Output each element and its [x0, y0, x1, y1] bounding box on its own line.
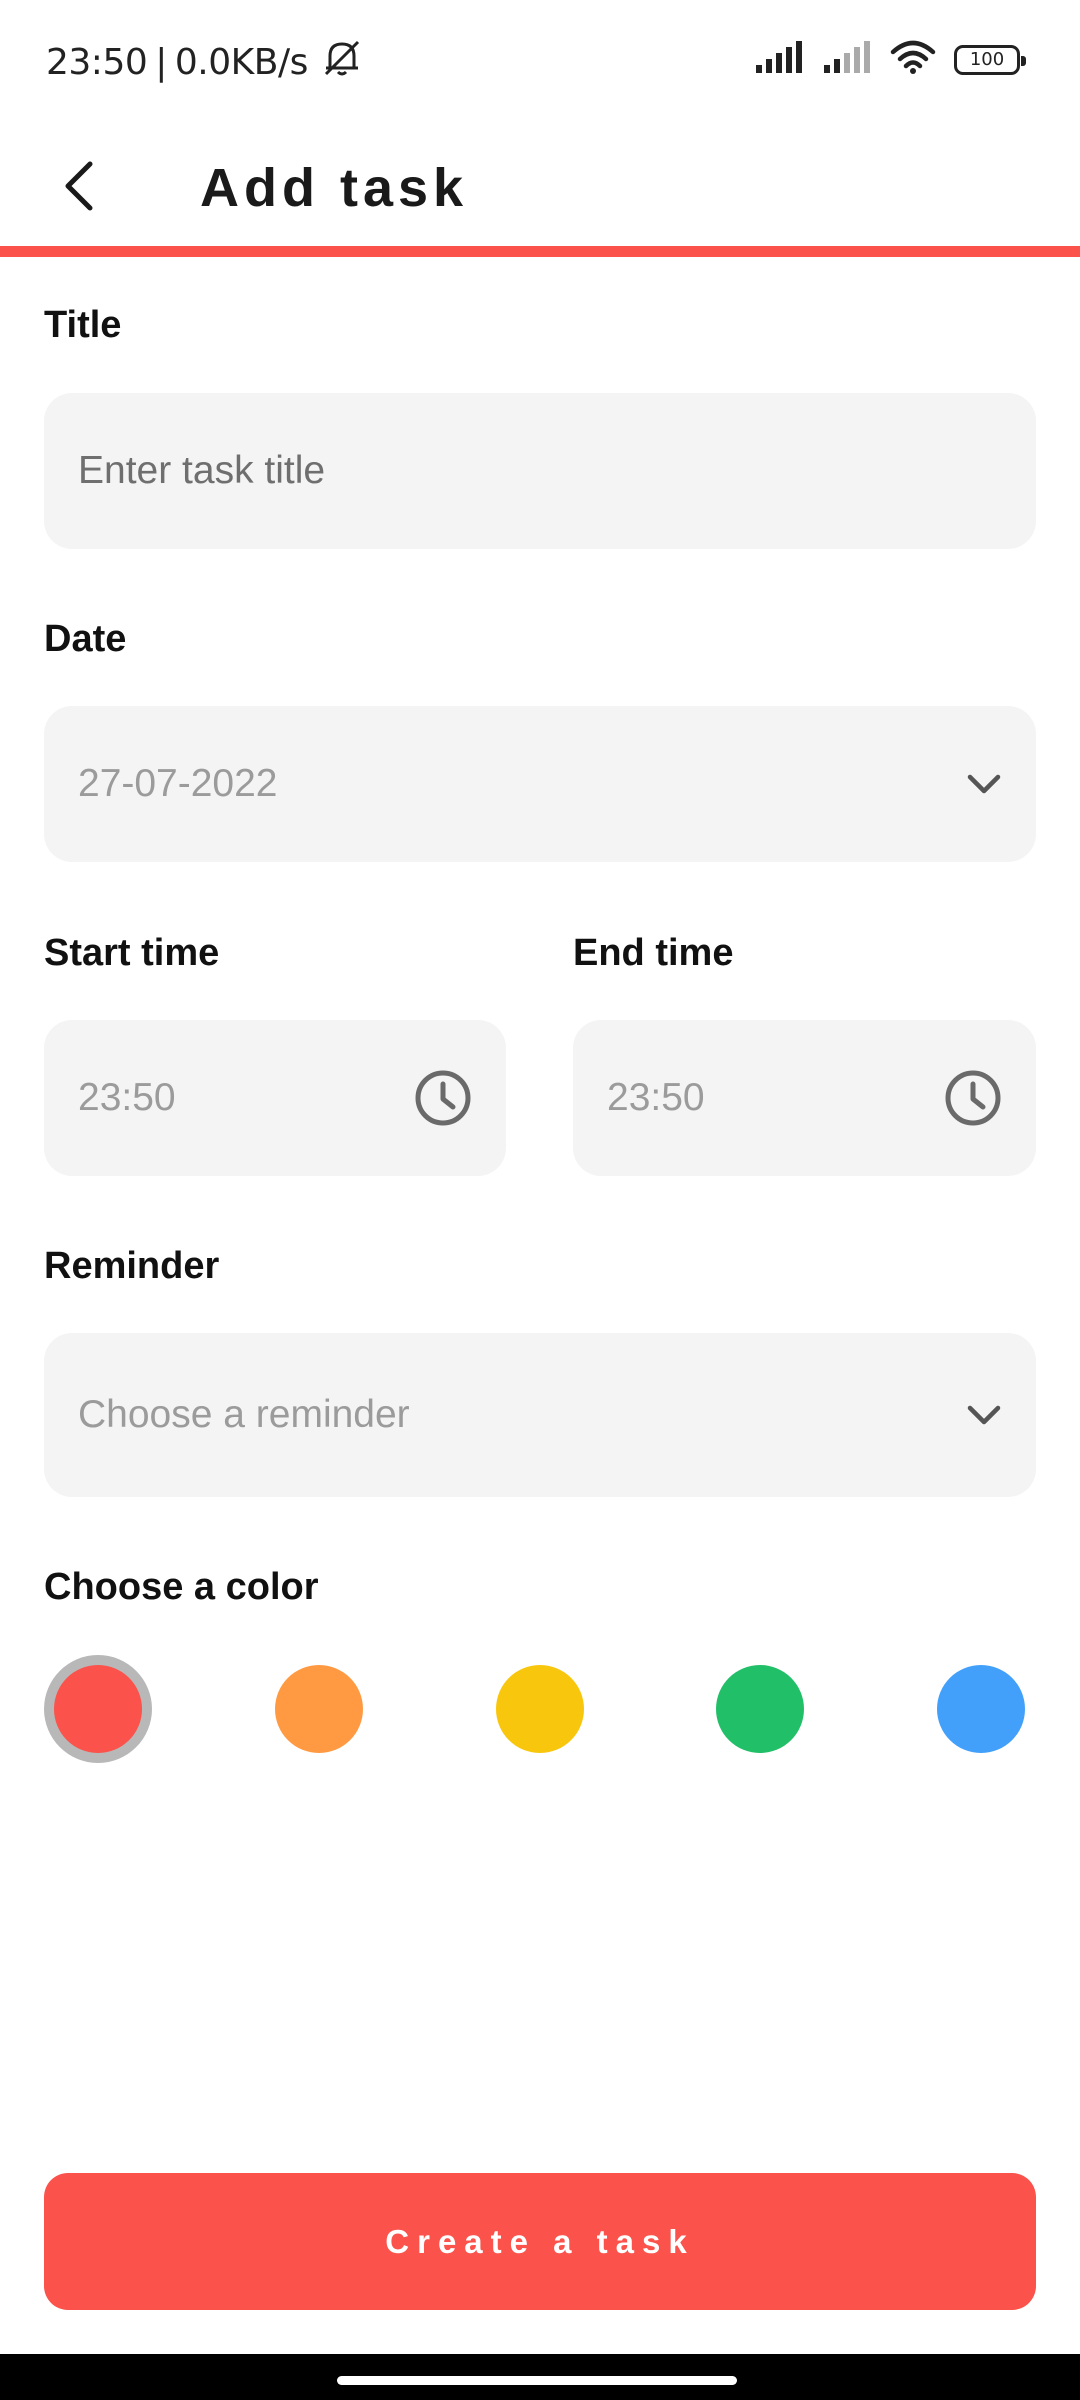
system-nav-bar — [0, 2354, 1080, 2400]
end-time-picker[interactable]: 23:50 — [573, 1020, 1036, 1176]
color-swatch-green[interactable] — [716, 1665, 804, 1753]
start-time-picker[interactable]: 23:50 — [44, 1020, 506, 1176]
back-button[interactable] — [44, 140, 116, 236]
bell-off-icon — [316, 38, 364, 87]
status-right: 100 — [754, 40, 1026, 79]
signal-weak-icon — [822, 41, 872, 78]
start-time-label: Start time — [44, 932, 220, 974]
status-network-speed: 0.0KB/s — [174, 42, 308, 83]
clock-icon — [944, 1069, 1002, 1127]
color-swatch-red[interactable] — [54, 1665, 142, 1753]
date-value: 27-07-2022 — [78, 762, 278, 805]
title-input[interactable]: Enter task title — [44, 393, 1036, 549]
color-swatch-yellow[interactable] — [496, 1665, 584, 1753]
title-label: Title — [44, 304, 122, 346]
chevron-left-icon — [60, 160, 100, 217]
battery-level: 100 — [969, 49, 1005, 70]
date-label: Date — [44, 618, 127, 660]
home-indicator[interactable] — [337, 2376, 737, 2385]
start-time-value: 23:50 — [78, 1076, 176, 1119]
color-label: Choose a color — [44, 1566, 319, 1608]
date-select[interactable]: 27-07-2022 — [44, 706, 1036, 862]
create-task-label: Create a task — [385, 2222, 695, 2260]
wifi-icon — [890, 40, 936, 79]
status-time: 23:50 — [46, 42, 148, 83]
app-header: Add task — [0, 120, 1080, 248]
reminder-select[interactable]: Choose a reminder — [44, 1333, 1036, 1497]
chevron-down-icon — [966, 772, 1002, 796]
battery-icon: 100 — [954, 44, 1026, 75]
color-swatch-blue[interactable] — [937, 1665, 1025, 1753]
end-time-label: End time — [573, 932, 734, 974]
status-separator: | — [155, 42, 167, 83]
reminder-placeholder: Choose a reminder — [78, 1393, 410, 1436]
signal-icon — [754, 41, 804, 78]
status-bar: 23:50 | 0.0KB/s 100 — [0, 0, 1080, 120]
chevron-down-icon — [966, 1403, 1002, 1427]
header-divider — [0, 246, 1080, 257]
color-swatch-orange[interactable] — [275, 1665, 363, 1753]
title-input-placeholder: Enter task title — [78, 449, 326, 492]
create-task-button[interactable]: Create a task — [44, 2173, 1036, 2310]
status-left: 23:50 | 0.0KB/s — [46, 38, 364, 87]
end-time-value: 23:50 — [607, 1076, 705, 1119]
page-title: Add task — [200, 158, 469, 218]
clock-icon — [414, 1069, 472, 1127]
reminder-label: Reminder — [44, 1245, 220, 1287]
